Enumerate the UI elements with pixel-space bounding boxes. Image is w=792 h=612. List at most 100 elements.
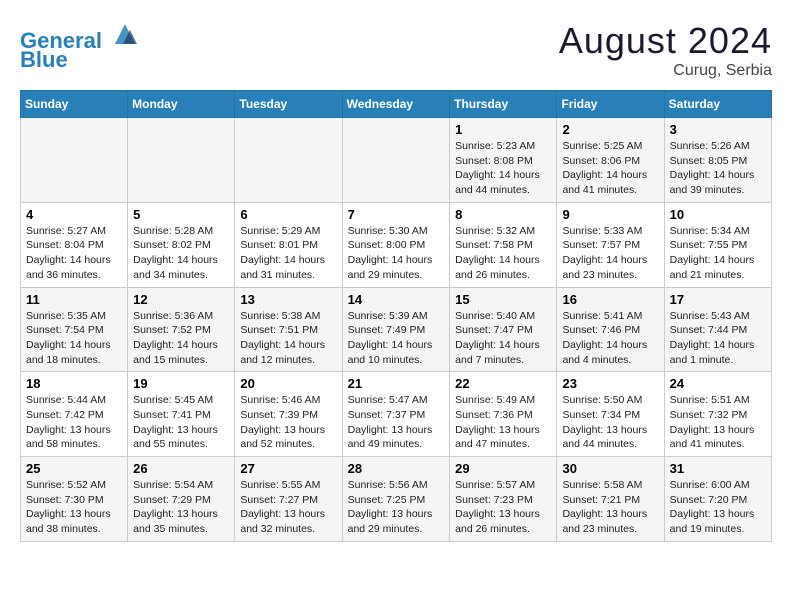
calendar-cell: 22 Sunrise: 5:49 AMSunset: 7:36 PMDayligh… xyxy=(450,372,557,457)
calendar-cell: 29Sunrise: 5:57 AMSunset: 7:23 PMDayligh… xyxy=(450,457,557,542)
day-number: 20 xyxy=(240,376,336,391)
day-number: 7 xyxy=(348,207,445,222)
day-info: Sunrise: 5:23 AMSunset: 8:08 PMDaylight:… xyxy=(455,139,551,198)
day-number: 9 xyxy=(562,207,658,222)
calendar-cell: 23 Sunrise: 5:50 AMSunset: 7:34 PMDayligh… xyxy=(557,372,664,457)
day-number: 26 xyxy=(133,461,229,476)
day-info: Sunrise: 5:27 AMSunset: 8:04 PMDaylight:… xyxy=(26,224,122,283)
calendar-cell xyxy=(21,118,128,203)
weekday-header-sunday: Sunday xyxy=(21,91,128,118)
day-number: 8 xyxy=(455,207,551,222)
day-info: Sunrise: 5:35 AMSunset: 7:54 PMDaylight:… xyxy=(26,309,122,368)
title-area: August 2024 Curug, Serbia xyxy=(559,20,772,80)
calendar-cell: 10 Sunrise: 5:34 AMSunset: 7:55 PMDayligh… xyxy=(664,202,771,287)
day-number: 13 xyxy=(240,292,336,307)
calendar-week-1: 1 Sunrise: 5:23 AMSunset: 8:08 PMDaylight… xyxy=(21,118,772,203)
location: Curug, Serbia xyxy=(559,62,772,80)
day-number: 2 xyxy=(562,122,658,137)
calendar-cell: 28 Sunrise: 5:56 AMSunset: 7:25 PMDayligh… xyxy=(342,457,450,542)
calendar-cell: 13 Sunrise: 5:38 AMSunset: 7:51 PMDayligh… xyxy=(235,287,342,372)
day-number: 5 xyxy=(133,207,229,222)
calendar-cell: 9 Sunrise: 5:33 AMSunset: 7:57 PMDaylight… xyxy=(557,202,664,287)
day-number: 19 xyxy=(133,376,229,391)
day-info: Sunrise: 5:38 AMSunset: 7:51 PMDaylight:… xyxy=(240,309,336,368)
day-number: 29 xyxy=(455,461,551,476)
calendar-cell: 7 Sunrise: 5:30 AMSunset: 8:00 PMDaylight… xyxy=(342,202,450,287)
day-number: 18 xyxy=(26,376,122,391)
day-info: Sunrise: 5:49 AMSunset: 7:36 PMDaylight:… xyxy=(455,393,551,452)
calendar-cell: 12 Sunrise: 5:36 AMSunset: 7:52 PMDayligh… xyxy=(128,287,235,372)
calendar-cell: 24 Sunrise: 5:51 AMSunset: 7:32 PMDayligh… xyxy=(664,372,771,457)
calendar-cell: 11Sunrise: 5:35 AMSunset: 7:54 PMDayligh… xyxy=(21,287,128,372)
day-number: 10 xyxy=(670,207,766,222)
weekday-header-friday: Friday xyxy=(557,91,664,118)
day-number: 24 xyxy=(670,376,766,391)
day-info: Sunrise: 5:34 AMSunset: 7:55 PMDaylight:… xyxy=(670,224,766,283)
calendar-cell: 3 Sunrise: 5:26 AMSunset: 8:05 PMDaylight… xyxy=(664,118,771,203)
day-info: Sunrise: 5:56 AMSunset: 7:25 PMDaylight:… xyxy=(348,478,445,537)
day-info: Sunrise: 5:29 AMSunset: 8:01 PMDaylight:… xyxy=(240,224,336,283)
month-title: August 2024 xyxy=(559,20,772,62)
day-number: 22 xyxy=(455,376,551,391)
logo-icon xyxy=(110,20,140,48)
day-number: 6 xyxy=(240,207,336,222)
day-info: Sunrise: 5:58 AMSunset: 7:21 PMDaylight:… xyxy=(562,478,658,537)
day-number: 3 xyxy=(670,122,766,137)
day-number: 21 xyxy=(348,376,445,391)
calendar-week-3: 11Sunrise: 5:35 AMSunset: 7:54 PMDayligh… xyxy=(21,287,772,372)
calendar-cell: 2 Sunrise: 5:25 AMSunset: 8:06 PMDaylight… xyxy=(557,118,664,203)
weekday-header-monday: Monday xyxy=(128,91,235,118)
calendar-cell: 5Sunrise: 5:28 AMSunset: 8:02 PMDaylight… xyxy=(128,202,235,287)
day-info: Sunrise: 5:52 AMSunset: 7:30 PMDaylight:… xyxy=(26,478,122,537)
day-number: 4 xyxy=(26,207,122,222)
day-info: Sunrise: 5:45 AMSunset: 7:41 PMDaylight:… xyxy=(133,393,229,452)
day-info: Sunrise: 5:25 AMSunset: 8:06 PMDaylight:… xyxy=(562,139,658,198)
weekday-header-thursday: Thursday xyxy=(450,91,557,118)
day-number: 12 xyxy=(133,292,229,307)
day-info: Sunrise: 5:33 AMSunset: 7:57 PMDaylight:… xyxy=(562,224,658,283)
day-info: Sunrise: 5:55 AMSunset: 7:27 PMDaylight:… xyxy=(240,478,336,537)
day-number: 31 xyxy=(670,461,766,476)
day-number: 25 xyxy=(26,461,122,476)
calendar-week-2: 4 Sunrise: 5:27 AMSunset: 8:04 PMDaylight… xyxy=(21,202,772,287)
calendar-cell: 8 Sunrise: 5:32 AMSunset: 7:58 PMDaylight… xyxy=(450,202,557,287)
day-info: Sunrise: 5:32 AMSunset: 7:58 PMDaylight:… xyxy=(455,224,551,283)
weekday-header-wednesday: Wednesday xyxy=(342,91,450,118)
calendar: SundayMondayTuesdayWednesdayThursdayFrid… xyxy=(20,90,772,542)
calendar-cell: 21 Sunrise: 5:47 AMSunset: 7:37 PMDayligh… xyxy=(342,372,450,457)
day-info: Sunrise: 5:26 AMSunset: 8:05 PMDaylight:… xyxy=(670,139,766,198)
calendar-cell: 4 Sunrise: 5:27 AMSunset: 8:04 PMDaylight… xyxy=(21,202,128,287)
day-info: Sunrise: 5:36 AMSunset: 7:52 PMDaylight:… xyxy=(133,309,229,368)
day-info: Sunrise: 5:50 AMSunset: 7:34 PMDaylight:… xyxy=(562,393,658,452)
calendar-cell: 25 Sunrise: 5:52 AMSunset: 7:30 PMDayligh… xyxy=(21,457,128,542)
calendar-cell xyxy=(342,118,450,203)
calendar-cell: 19 Sunrise: 5:45 AMSunset: 7:41 PMDayligh… xyxy=(128,372,235,457)
calendar-cell: 1 Sunrise: 5:23 AMSunset: 8:08 PMDaylight… xyxy=(450,118,557,203)
day-info: Sunrise: 5:47 AMSunset: 7:37 PMDaylight:… xyxy=(348,393,445,452)
day-number: 15 xyxy=(455,292,551,307)
day-number: 16 xyxy=(562,292,658,307)
calendar-cell: 16Sunrise: 5:41 AMSunset: 7:46 PMDayligh… xyxy=(557,287,664,372)
day-info: Sunrise: 6:00 AMSunset: 7:20 PMDaylight:… xyxy=(670,478,766,537)
calendar-cell: 17 Sunrise: 5:43 AMSunset: 7:44 PMDayligh… xyxy=(664,287,771,372)
day-info: Sunrise: 5:30 AMSunset: 8:00 PMDaylight:… xyxy=(348,224,445,283)
day-number: 1 xyxy=(455,122,551,137)
day-info: Sunrise: 5:39 AMSunset: 7:49 PMDaylight:… xyxy=(348,309,445,368)
calendar-cell xyxy=(128,118,235,203)
calendar-cell: 14Sunrise: 5:39 AMSunset: 7:49 PMDayligh… xyxy=(342,287,450,372)
calendar-cell: 15 Sunrise: 5:40 AMSunset: 7:47 PMDayligh… xyxy=(450,287,557,372)
logo: General Blue xyxy=(20,20,140,73)
header: General Blue August 2024 Curug, Serbia xyxy=(20,20,772,80)
day-info: Sunrise: 5:44 AMSunset: 7:42 PMDaylight:… xyxy=(26,393,122,452)
day-number: 28 xyxy=(348,461,445,476)
calendar-week-5: 25 Sunrise: 5:52 AMSunset: 7:30 PMDayligh… xyxy=(21,457,772,542)
calendar-cell: 26 Sunrise: 5:54 AMSunset: 7:29 PMDayligh… xyxy=(128,457,235,542)
day-info: Sunrise: 5:40 AMSunset: 7:47 PMDaylight:… xyxy=(455,309,551,368)
day-info: Sunrise: 5:54 AMSunset: 7:29 PMDaylight:… xyxy=(133,478,229,537)
day-info: Sunrise: 5:51 AMSunset: 7:32 PMDaylight:… xyxy=(670,393,766,452)
calendar-cell: 30Sunrise: 5:58 AMSunset: 7:21 PMDayligh… xyxy=(557,457,664,542)
day-number: 17 xyxy=(670,292,766,307)
day-info: Sunrise: 5:43 AMSunset: 7:44 PMDaylight:… xyxy=(670,309,766,368)
day-number: 23 xyxy=(562,376,658,391)
calendar-cell: 18 Sunrise: 5:44 AMSunset: 7:42 PMDayligh… xyxy=(21,372,128,457)
